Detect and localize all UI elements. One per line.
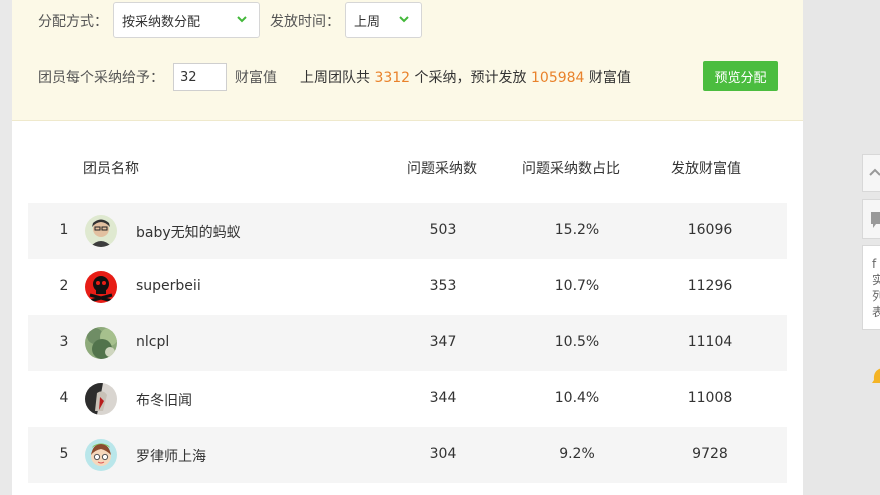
preview-distribution-button[interactable]: 预览分配 xyxy=(703,61,778,91)
summary-suffix: 财富值 xyxy=(588,70,631,86)
wealth-unit-label: 财富值 xyxy=(235,70,277,86)
member-name-link[interactable]: baby无知的蚂蚁 xyxy=(136,222,241,242)
distribution-time-label: 发放时间： xyxy=(270,14,340,30)
table-row: 2 superbeii 353 10.7% 11296 xyxy=(28,259,787,315)
chevron-down-icon xyxy=(399,16,409,23)
rank-cell: 2 xyxy=(59,278,69,294)
partial-side-text-4: 表 xyxy=(872,305,880,319)
distribution-method-select[interactable]: 按采纳数分配 xyxy=(113,2,260,38)
chevron-up-icon xyxy=(869,168,880,176)
estimated-wealth-total: 105984 xyxy=(531,70,585,86)
adoption-share-cell: 10.7% xyxy=(554,278,600,294)
nature-photo-avatar[interactable] xyxy=(85,327,117,359)
member-name-link[interactable]: 布冬旧闻 xyxy=(136,390,192,410)
distribution-method-selected-value: 按采纳数分配 xyxy=(122,14,201,30)
wealth-column-header: 发放财富值 xyxy=(671,161,741,177)
partial-side-text-1: f xyxy=(872,257,877,271)
adoption-count-cell: 353 xyxy=(429,278,457,294)
chevron-down-icon xyxy=(237,16,247,23)
adoption-count-cell: 304 xyxy=(429,446,457,462)
wealth-per-adoption-label: 团员每个采纳给予： xyxy=(38,70,164,86)
summary-prefix: 上周团队共 xyxy=(300,70,370,86)
team-wealth-distribution-page: 分配方式： 按采纳数分配 发放时间： 上周 团员每个采纳给予： 财富值 上周团队… xyxy=(0,0,880,495)
wealth-value-cell: 9728 xyxy=(692,446,728,462)
distribution-config-panel: 分配方式： 按采纳数分配 发放时间： 上周 团员每个采纳给予： 财富值 上周团队… xyxy=(12,0,803,121)
table-row: 1 baby无知的蚂蚁 503 15.2% 16096 xyxy=(28,203,787,259)
chat-tab[interactable] xyxy=(862,199,880,239)
person-photo-avatar[interactable] xyxy=(85,215,117,247)
wealth-value-cell: 11104 xyxy=(687,334,733,350)
partial-side-text-2: 实 xyxy=(872,273,880,287)
member-name-link[interactable]: superbeii xyxy=(136,278,201,294)
wealth-value-cell: 16096 xyxy=(687,222,733,238)
chat-icon xyxy=(871,212,880,228)
wealth-value-cell: 11008 xyxy=(687,390,733,406)
adoption-share-cell: 10.4% xyxy=(554,390,600,406)
wealth-per-adoption-input[interactable] xyxy=(173,63,227,91)
team-adoption-count: 3312 xyxy=(374,70,411,86)
adoption-share-cell: 15.2% xyxy=(554,222,600,238)
member-name-link[interactable]: nlcpl xyxy=(136,334,169,350)
distribution-time-select[interactable]: 上周 xyxy=(345,2,422,38)
adoption-share-cell: 9.2% xyxy=(559,446,595,462)
distribution-summary: 上周团队共 3312 个采纳，预计发放 105984 财富值 xyxy=(300,67,631,87)
table-row: 5 罗律师上海 304 9.2% 9728 xyxy=(28,427,787,483)
bell-icon[interactable] xyxy=(872,366,880,386)
distribution-time-selected-value: 上周 xyxy=(354,14,381,30)
distribution-method-label: 分配方式： xyxy=(38,14,108,30)
skull-avatar[interactable] xyxy=(85,271,117,303)
table-row: 3 nlcpl 347 10.5% 11104 xyxy=(28,315,787,371)
rank-cell: 1 xyxy=(59,222,69,238)
rank-cell: 3 xyxy=(59,334,69,350)
adoption-count-cell: 503 xyxy=(429,222,457,238)
cartoon-girl-avatar[interactable] xyxy=(85,439,117,471)
rank-cell: 5 xyxy=(59,446,69,462)
summary-middle-text: 个采纳，预计发放 xyxy=(414,70,527,86)
adoption-count-cell: 344 xyxy=(429,390,457,406)
member-name-link[interactable]: 罗律师上海 xyxy=(136,446,206,466)
wealth-value-cell: 11296 xyxy=(687,278,733,294)
adoption-count-cell: 347 xyxy=(429,334,457,350)
rank-cell: 4 xyxy=(59,390,69,406)
adoption-count-column-header: 问题采纳数 xyxy=(407,161,477,177)
member-name-column-header: 团员名称 xyxy=(83,161,139,177)
partial-side-text-3: 列 xyxy=(872,289,880,303)
adoption-share-cell: 10.5% xyxy=(554,334,600,350)
dark-figure-avatar[interactable] xyxy=(85,383,117,415)
adoption-share-column-header: 问题采纳数占比 xyxy=(522,161,620,177)
table-row: 4 布冬旧闻 344 10.4% 11008 xyxy=(28,371,787,427)
top-arrow-tab[interactable] xyxy=(862,154,880,192)
